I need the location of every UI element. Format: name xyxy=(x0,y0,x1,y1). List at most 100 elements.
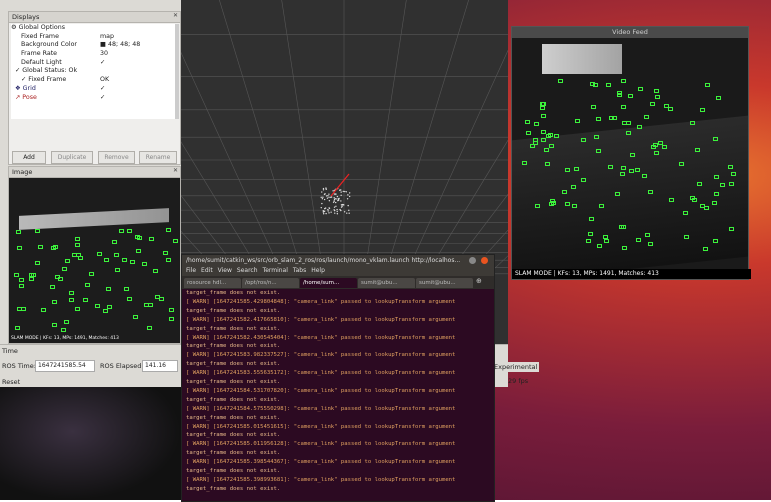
video-feed-title: Video Feed xyxy=(512,27,748,38)
feature-marker xyxy=(620,78,626,83)
minimize-icon[interactable] xyxy=(469,257,476,264)
feature-marker xyxy=(97,251,103,256)
feature-marker xyxy=(702,247,708,252)
add-tab-icon[interactable]: ⊕ xyxy=(476,277,482,285)
feature-marker xyxy=(715,95,721,100)
terminal-menu-tabs[interactable]: Tabs xyxy=(293,267,306,274)
feature-marker xyxy=(644,233,650,238)
ros-time-field[interactable]: 1647241585.54 xyxy=(35,360,95,372)
feature-marker xyxy=(697,182,703,187)
terminal-menu-terminal[interactable]: Terminal xyxy=(263,267,288,274)
display-tree-row[interactable]: ↗ Pose ✓ xyxy=(11,94,175,103)
ros-time-label: ROS Time: xyxy=(2,362,36,370)
map-point xyxy=(333,209,336,212)
map-point xyxy=(346,198,349,200)
feature-marker xyxy=(69,291,75,296)
display-tree-row[interactable]: Fixed Frame map xyxy=(11,33,175,42)
terminal-menu-file[interactable]: File xyxy=(186,267,196,274)
duplicate-button[interactable]: Duplicate xyxy=(51,151,93,164)
map-point xyxy=(328,207,330,209)
feature-marker xyxy=(587,232,593,237)
terminal-tab[interactable]: rosource hdl... xyxy=(184,278,241,288)
video-feed-image xyxy=(512,38,748,269)
feature-marker xyxy=(118,228,124,233)
map-point xyxy=(336,213,339,215)
display-tree-key: ↗ Pose xyxy=(15,93,37,101)
feature-marker xyxy=(629,153,635,158)
display-tree-value: 30 xyxy=(100,50,109,58)
display-tree-row[interactable]: ✓ Fixed Frame OK xyxy=(11,76,175,85)
terminal-output[interactable]: target_frame does not exist. [ WARN] [164… xyxy=(182,290,494,501)
add-button[interactable]: Add xyxy=(12,151,46,164)
terminal-tab[interactable]: /opt/ros/n... xyxy=(242,278,299,288)
display-tree-row[interactable]: Default Light ✓ xyxy=(11,59,175,68)
feature-marker xyxy=(557,78,563,83)
feature-marker xyxy=(621,120,627,125)
image-overlay-text: SLAM MODE | KFs: 13, MPs: 1491, Matches:… xyxy=(11,336,119,341)
terminal-line: target_frame does not exist. xyxy=(186,432,281,439)
feature-marker xyxy=(713,192,719,197)
map-point xyxy=(325,187,327,189)
display-tree-row[interactable]: ⚙ Global Options xyxy=(11,24,175,33)
feature-marker xyxy=(69,298,75,303)
terminal-menu-help[interactable]: Help xyxy=(311,267,325,274)
experimental-checkbox-label[interactable]: Experimental xyxy=(492,362,540,372)
close-icon[interactable] xyxy=(481,257,488,264)
display-tree-row[interactable]: Background Color ■ 48; 48; 48 xyxy=(11,41,175,50)
terminal-menu-view[interactable]: View xyxy=(218,267,232,274)
terminal-line: target_frame does not exist. xyxy=(186,396,281,403)
display-tree-row[interactable]: ❖ Grid ✓ xyxy=(11,85,175,94)
feature-marker xyxy=(626,120,632,125)
feature-marker xyxy=(16,246,22,251)
display-tree-row[interactable]: Frame Rate 30 xyxy=(11,50,175,59)
video-feed-window: Video Feed SLAM MODE | KFs: 13, MPs: 149… xyxy=(511,26,751,280)
terminal-tabs: ⊕ rosource hdl.../opt/ros/n.../home/sum.… xyxy=(182,276,494,289)
terminal-menu-edit[interactable]: Edit xyxy=(201,267,213,274)
map-point xyxy=(348,212,350,214)
ros-elapsed-field[interactable]: 141.16 xyxy=(142,360,178,372)
feature-marker xyxy=(683,211,689,215)
reset-button[interactable]: Reset xyxy=(2,378,20,386)
map-point xyxy=(348,209,350,212)
terminal-line: target_frame does not exist. xyxy=(186,379,281,385)
terminal-tab[interactable]: sumit@ubu... xyxy=(358,278,415,288)
map-point xyxy=(330,211,332,213)
map-point xyxy=(320,206,322,209)
feature-marker xyxy=(655,94,661,99)
map-point xyxy=(322,196,324,198)
remove-button[interactable]: Remove xyxy=(98,151,135,164)
terminal-line: target_frame does not exist. xyxy=(186,485,281,492)
terminal-line: target_frame does not exist. xyxy=(186,307,281,314)
close-icon[interactable]: ✕ xyxy=(173,12,178,19)
feature-marker xyxy=(667,106,673,111)
display-tree-key: Default Light xyxy=(21,58,62,66)
display-tree-row[interactable]: ✓ Global Status: Ok xyxy=(11,67,175,76)
map-point xyxy=(328,199,331,202)
display-tree-value: map xyxy=(100,32,114,40)
feature-marker xyxy=(526,130,532,135)
terminal-tab[interactable]: /home/sum... xyxy=(300,278,357,288)
display-tree[interactable]: ⚙ Global Options Fixed Frame map Background… xyxy=(11,24,175,119)
map-point xyxy=(322,213,325,215)
feature-marker xyxy=(18,277,24,282)
map-point xyxy=(328,193,330,195)
feature-marker xyxy=(637,125,643,130)
feature-marker xyxy=(572,203,578,208)
feature-marker xyxy=(545,162,551,167)
image-panel-camera-view: SLAM MODE | KFs: 13, MPs: 1491, Matches:… xyxy=(9,178,180,343)
feature-marker xyxy=(654,151,660,156)
rename-button[interactable]: Rename xyxy=(139,151,177,164)
scrollbar[interactable] xyxy=(175,24,179,119)
feature-marker xyxy=(550,198,556,203)
terminal-menu-search[interactable]: Search xyxy=(237,267,258,274)
feature-marker xyxy=(540,129,546,134)
map-point xyxy=(323,210,326,213)
terminal-tab[interactable]: sumit@ubu... xyxy=(416,278,473,288)
feature-marker xyxy=(712,239,718,244)
feature-marker xyxy=(553,133,559,138)
map-point xyxy=(347,194,349,196)
feature-marker xyxy=(74,242,80,247)
map-point xyxy=(332,190,334,192)
background-camera-window xyxy=(0,386,181,500)
close-icon[interactable]: ✕ xyxy=(173,167,178,174)
